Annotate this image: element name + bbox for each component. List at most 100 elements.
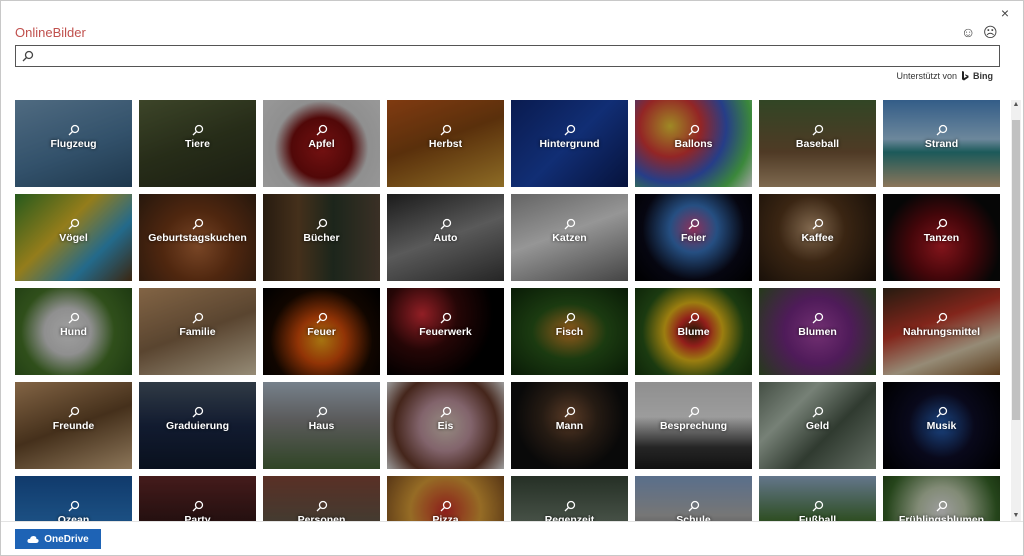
- image-category-tile[interactable]: Blume: [635, 288, 752, 375]
- tile-label: Strand: [924, 138, 959, 150]
- powered-by: Unterstützt von Bing: [896, 71, 993, 81]
- image-category-tile[interactable]: Feuer: [263, 288, 380, 375]
- cloud-icon: [27, 536, 39, 543]
- image-category-tile[interactable]: Fisch: [511, 288, 628, 375]
- powered-by-text: Unterstützt von: [896, 71, 957, 81]
- image-category-tile[interactable]: Tanzen: [883, 194, 1000, 281]
- tile-label: Fisch: [555, 326, 584, 338]
- search-icon: [936, 124, 947, 136]
- image-category-tile[interactable]: Strand: [883, 100, 1000, 187]
- tile-label: Pizza: [432, 514, 459, 521]
- image-category-tile[interactable]: Familie: [139, 288, 256, 375]
- scroll-up-icon[interactable]: ▲: [1011, 100, 1021, 110]
- smile-icon[interactable]: ☺: [961, 25, 975, 39]
- image-category-tile[interactable]: Herbst: [387, 100, 504, 187]
- tile-label: Mann: [555, 420, 584, 432]
- tile-label: Blume: [677, 326, 710, 338]
- search-icon: [68, 312, 79, 324]
- close-icon[interactable]: ×: [997, 5, 1013, 21]
- tile-label: Personen: [297, 514, 346, 521]
- search-icon: [192, 218, 203, 230]
- search-icon: [316, 124, 327, 136]
- search-icon: [192, 406, 203, 418]
- search-icon: [68, 124, 79, 136]
- search-icon: [812, 124, 823, 136]
- image-category-tile[interactable]: Blumen: [759, 288, 876, 375]
- bing-logo-icon: [962, 71, 969, 81]
- tile-label: Tanzen: [923, 232, 960, 244]
- tile-label: Feuer: [307, 326, 336, 338]
- search-icon: [68, 500, 79, 512]
- image-category-tile[interactable]: Kaffee: [759, 194, 876, 281]
- search-icon: [440, 312, 451, 324]
- image-category-tile[interactable]: Party: [139, 476, 256, 521]
- onedrive-button[interactable]: OneDrive: [15, 529, 101, 549]
- search-icon: [812, 312, 823, 324]
- image-category-tile[interactable]: Haus: [263, 382, 380, 469]
- image-category-tile[interactable]: Nahrungsmittel: [883, 288, 1000, 375]
- online-pictures-dialog: × OnlineBilder ☺ ☹ Unterstützt von Bing …: [0, 0, 1024, 556]
- search-icon: [440, 124, 451, 136]
- tile-label: Bücher: [303, 232, 340, 244]
- search-icon: [564, 500, 575, 512]
- image-category-tile[interactable]: Tiere: [139, 100, 256, 187]
- image-category-tile[interactable]: Baseball: [759, 100, 876, 187]
- scrollbar-thumb[interactable]: [1012, 120, 1020, 420]
- tile-label: Feuerwerk: [419, 326, 472, 338]
- image-category-tile[interactable]: Auto: [387, 194, 504, 281]
- image-category-tile[interactable]: Katzen: [511, 194, 628, 281]
- image-category-tile[interactable]: Personen: [263, 476, 380, 521]
- image-category-tile[interactable]: Ozean: [15, 476, 132, 521]
- search-icon: [688, 500, 699, 512]
- search-icon: [192, 312, 203, 324]
- image-category-tile[interactable]: Feier: [635, 194, 752, 281]
- tile-label: Regenzeit: [544, 514, 595, 521]
- dialog-footer: OneDrive: [1, 521, 1023, 555]
- frown-icon[interactable]: ☹: [983, 25, 998, 39]
- image-category-tile[interactable]: Musik: [883, 382, 1000, 469]
- image-category-tile[interactable]: Fußball: [759, 476, 876, 521]
- tile-label: Nahrungsmittel: [902, 326, 980, 338]
- tile-label: Geld: [805, 420, 830, 432]
- image-category-tile[interactable]: Mann: [511, 382, 628, 469]
- search-box[interactable]: [15, 45, 1000, 67]
- search-icon: [688, 124, 699, 136]
- search-icon: [812, 500, 823, 512]
- tile-label: Auto: [433, 232, 458, 244]
- tile-label: Eis: [437, 420, 454, 432]
- image-category-tile[interactable]: Besprechung: [635, 382, 752, 469]
- image-category-tile[interactable]: Eis: [387, 382, 504, 469]
- image-category-tile[interactable]: Frühlingsblumen: [883, 476, 1000, 521]
- image-category-tile[interactable]: Bücher: [263, 194, 380, 281]
- image-category-tile[interactable]: Hund: [15, 288, 132, 375]
- image-category-tile[interactable]: Pizza: [387, 476, 504, 521]
- scroll-down-icon[interactable]: ▼: [1011, 511, 1021, 521]
- tile-label: Hund: [60, 326, 87, 338]
- search-icon: [68, 406, 79, 418]
- image-category-tile[interactable]: Freunde: [15, 382, 132, 469]
- image-category-tile[interactable]: Graduierung: [139, 382, 256, 469]
- search-icon: [936, 218, 947, 230]
- image-category-tile[interactable]: Flugzeug: [15, 100, 132, 187]
- image-category-tile[interactable]: Vögel: [15, 194, 132, 281]
- search-icon: [316, 406, 327, 418]
- search-icon: [688, 406, 699, 418]
- image-category-tile[interactable]: Feuerwerk: [387, 288, 504, 375]
- image-category-tile[interactable]: Regenzeit: [511, 476, 628, 521]
- image-category-tile[interactable]: Ballons: [635, 100, 752, 187]
- search-input[interactable]: [34, 47, 999, 65]
- search-icon: [316, 218, 327, 230]
- tile-label: Herbst: [428, 138, 463, 150]
- image-category-tile[interactable]: Geld: [759, 382, 876, 469]
- search-icon: [688, 218, 699, 230]
- search-icon: [936, 406, 947, 418]
- tile-label: Haus: [308, 420, 335, 432]
- image-category-tile[interactable]: Schule: [635, 476, 752, 521]
- image-category-grid: Flugzeug Tiere Apfel Herbst Hintergrund Ballo…: [15, 100, 1001, 521]
- image-category-tile[interactable]: Hintergrund: [511, 100, 628, 187]
- search-icon: [68, 218, 79, 230]
- image-category-tile[interactable]: Apfel: [263, 100, 380, 187]
- image-category-tile[interactable]: Geburtstagskuchen: [139, 194, 256, 281]
- vertical-scrollbar[interactable]: ▲ ▼: [1011, 100, 1021, 521]
- tile-label: Familie: [179, 326, 216, 338]
